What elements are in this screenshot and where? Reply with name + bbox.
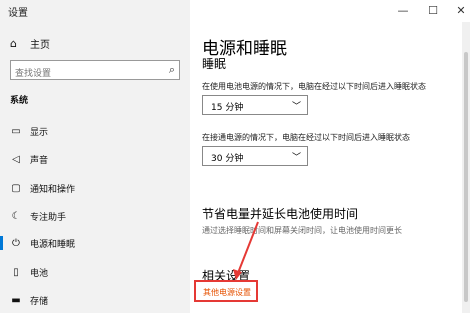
search-input[interactable] bbox=[15, 65, 155, 83]
home-icon: ⌂ bbox=[10, 37, 17, 50]
sidebar-item-label: 电池 bbox=[30, 268, 49, 279]
battery-icon: ▯ bbox=[13, 266, 19, 278]
scrollbar[interactable] bbox=[462, 22, 470, 313]
display-icon: ▭ bbox=[11, 125, 21, 137]
storage-icon: ▬ bbox=[11, 294, 21, 306]
sidebar-item-label: 显示 bbox=[30, 127, 49, 138]
sidebar-item-label: 通知和操作 bbox=[30, 184, 76, 195]
sidebar-item-focus-assist[interactable]: ☾ 专注助手 bbox=[0, 203, 190, 229]
sidebar-item-storage[interactable]: ▬ 存储 bbox=[0, 287, 190, 313]
notification-icon: ▢ bbox=[11, 182, 21, 194]
sidebar-item-battery[interactable]: ▯ 电池 bbox=[0, 259, 190, 285]
sidebar-item-notifications[interactable]: ▢ 通知和操作 bbox=[0, 175, 190, 201]
sidebar-home[interactable]: ⌂ 主页 bbox=[10, 36, 50, 51]
sidebar-home-label: 主页 bbox=[30, 40, 50, 51]
search-box[interactable]: ⌕ bbox=[10, 60, 180, 83]
sidebar-item-display[interactable]: ▭ 显示 bbox=[0, 118, 190, 144]
window-title: 设置 bbox=[8, 8, 28, 19]
sidebar-item-label: 电源和睡眠 bbox=[30, 239, 76, 250]
sidebar-item-label: 存储 bbox=[30, 296, 49, 307]
sound-icon: ◁ bbox=[12, 153, 20, 165]
sidebar-item-label: 专注助手 bbox=[30, 212, 67, 223]
main-content: 电源和睡眠 睡眠 在使用电池电源的情况下，电脑在经过以下时间后进入睡眠状态 15… bbox=[190, 0, 460, 313]
sidebar-item-power-sleep[interactable]: ⏻ 电源和睡眠 bbox=[0, 230, 190, 256]
power-icon: ⏻ bbox=[12, 237, 20, 249]
sidebar-item-label: 声音 bbox=[30, 155, 49, 166]
moon-icon: ☾ bbox=[11, 210, 21, 222]
sidebar-item-sound[interactable]: ◁ 声音 bbox=[0, 146, 190, 172]
sidebar-section-label: 系统 bbox=[10, 96, 29, 106]
sidebar: ⌂ 主页 ⌕ 系统 ▭ 显示 ◁ 声音 ▢ 通知和操作 ☾ 专注助手 ⏻ 电源和… bbox=[0, 0, 190, 313]
annotation-arrow bbox=[233, 221, 259, 280]
search-icon[interactable]: ⌕ bbox=[169, 63, 175, 77]
scrollbar-thumb[interactable] bbox=[464, 52, 468, 302]
